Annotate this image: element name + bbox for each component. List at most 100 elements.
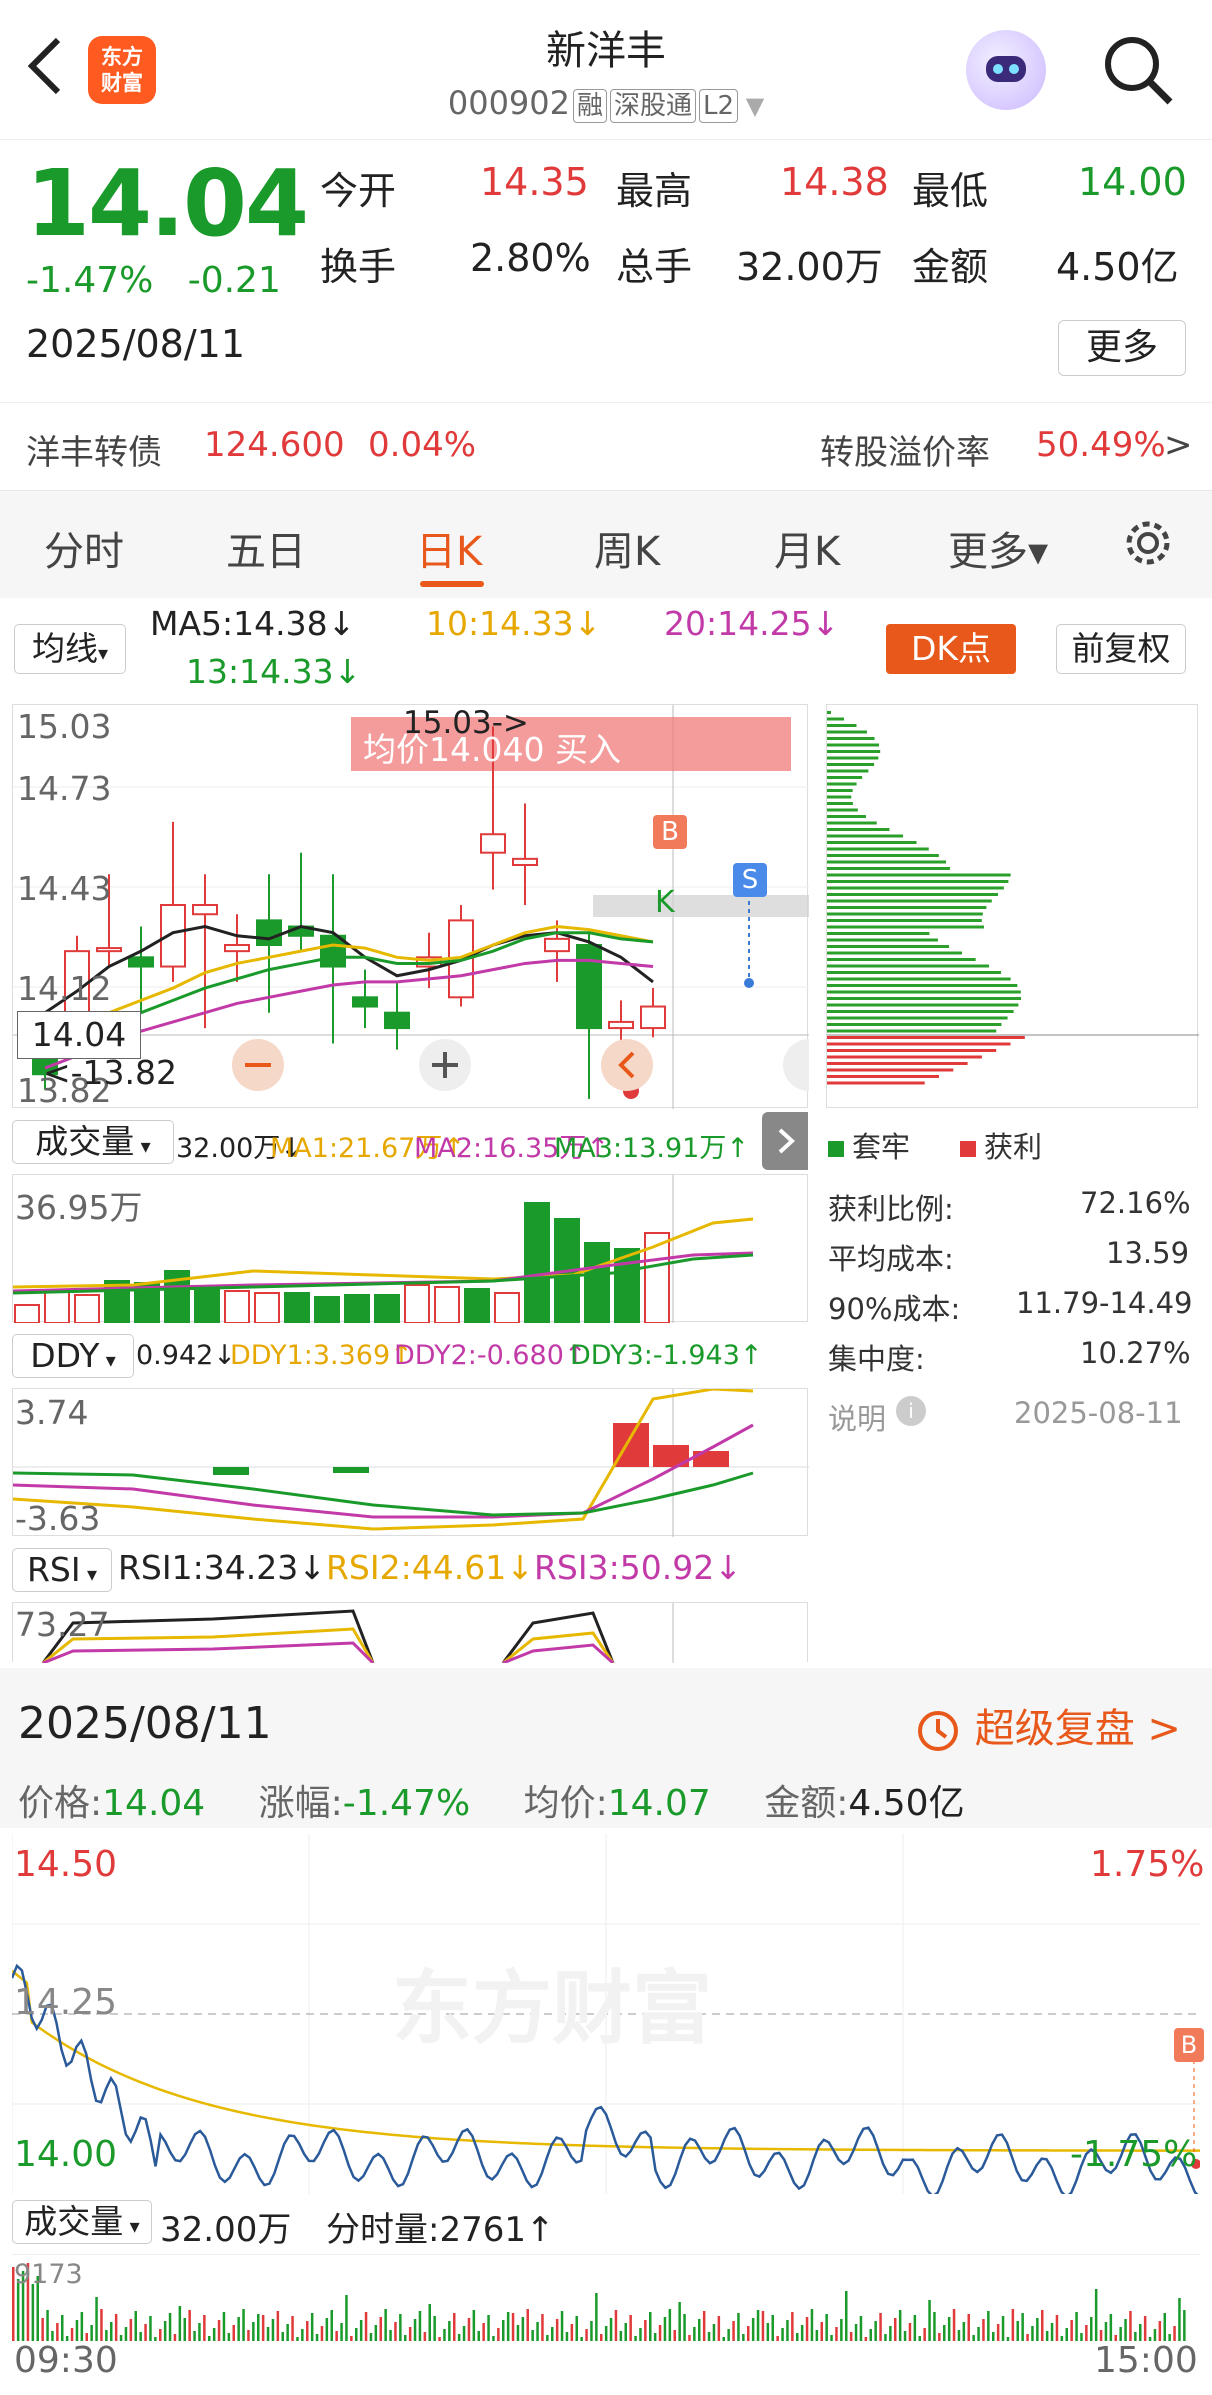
indicator-selector-ddy[interactable]: DDY ▾ <box>12 1334 134 1378</box>
turnover-value: 2.80% <box>470 236 591 280</box>
kline-y-label: 14.43 <box>17 869 112 908</box>
intraday-volume-bar <box>938 2333 941 2341</box>
kline-y-label: 14.73 <box>17 769 112 808</box>
intraday-volume-bar <box>203 2315 206 2341</box>
candle-body <box>544 937 570 953</box>
intraday-volume-bar <box>369 2333 373 2341</box>
volume-max-label: 36.95万 <box>15 1188 143 1227</box>
tab-weekly-k[interactable]: 周K <box>594 519 660 577</box>
intraday-stats: 价格:14.04 涨幅:-1.47% 均价:14.07 金额:4.50亿 <box>18 1783 965 1824</box>
intraday-volume-bar <box>129 2319 133 2341</box>
super-replay-button[interactable]: 超级复盘 > <box>914 1696 1181 1755</box>
intraday-chart[interactable]: 14.50 14.25 14.00 1.75% -1.75% 东方财富 B <box>10 1834 1204 2199</box>
ddy-top-label: 3.74 <box>15 1393 89 1432</box>
tab-monthly-k[interactable]: 月K <box>774 519 840 577</box>
intraday-volume-bar <box>286 2324 289 2341</box>
intraday-volume-bar <box>903 2331 907 2341</box>
connect-tag: 深股通 <box>610 89 697 123</box>
intraday-volume-bar <box>943 2325 946 2341</box>
intraday-volume-bar <box>918 2336 921 2341</box>
intraday-volume-bar <box>1085 2325 1088 2341</box>
intraday-date: 2025/08/11 <box>18 1698 272 1749</box>
chip-date: 2025-08-11 <box>1014 1396 1183 1430</box>
intraday-volume-bar <box>394 2322 397 2341</box>
intraday-volume-bar <box>144 2324 147 2341</box>
expand-panel-button[interactable] <box>762 1112 808 1170</box>
intraday-volume-bar <box>668 2309 672 2341</box>
intraday-volume-bar <box>1070 2320 1073 2341</box>
volume-bar <box>194 1288 220 1324</box>
dk-point-button[interactable]: DK点 <box>886 624 1016 674</box>
turnover-label: 换手 <box>320 245 397 289</box>
intraday-volume-bar <box>712 2324 716 2341</box>
assistant-robot-icon[interactable] <box>966 30 1046 110</box>
more-quote-button[interactable]: 更多 <box>1058 320 1186 376</box>
intraday-volume-bar <box>947 2317 951 2341</box>
indicator-selector-volume[interactable]: 成交量 ▾ <box>12 1120 174 1164</box>
intraday-buy-marker[interactable]: B <box>1174 2028 1204 2062</box>
intraday-volume-bar <box>433 2316 436 2341</box>
tab-intraday[interactable]: 分时 <box>44 519 124 577</box>
ddy3-value: DDY3:-1.943↑ <box>570 1340 763 1371</box>
chip-bar <box>827 925 984 929</box>
intraday-volume-bar <box>134 2311 137 2341</box>
intraday-volume-bar <box>688 2335 691 2341</box>
intraday-volume-bar <box>252 2322 255 2341</box>
chip-bar <box>827 958 976 961</box>
chip-distribution-chart[interactable] <box>826 704 1199 1108</box>
chip-bar <box>827 750 881 753</box>
buy-signal-marker[interactable]: B <box>653 815 687 849</box>
tab-five-day[interactable]: 五日 <box>226 519 306 577</box>
stock-code: 000902 <box>447 84 570 122</box>
volume-bar <box>74 1294 100 1324</box>
intraday-volume-bar <box>355 2328 358 2341</box>
intraday-volume-bar <box>1183 2310 1186 2341</box>
search-icon[interactable] <box>1100 32 1176 108</box>
intraday-volume-bar <box>683 2314 686 2341</box>
chip-bar <box>827 1062 968 1065</box>
chip-bar <box>827 802 853 805</box>
top-bar: 东方财富 新洋丰 000902 融深股通 L2 ▼ <box>0 0 1212 140</box>
chevron-right-icon: > <box>1164 425 1193 465</box>
intraday-volume-bar <box>95 2297 98 2341</box>
premium-label: 转股溢价率 <box>820 433 990 473</box>
indicator-selector-intraday-volume[interactable]: 成交量 ▾ <box>12 2200 152 2244</box>
tab-more[interactable]: 更多▾ <box>948 519 1048 577</box>
chip-bar <box>827 828 890 831</box>
intraday-volume-bar <box>159 2329 162 2341</box>
intraday-volume-bar <box>173 2334 177 2341</box>
candle-body <box>576 944 602 1030</box>
chip-bar <box>827 1055 982 1059</box>
intraday-volume-bar <box>840 2319 843 2341</box>
chip-bar <box>827 730 867 734</box>
chip-bar <box>827 984 1018 987</box>
candle-body <box>128 956 154 968</box>
intraday-volume-bar <box>198 2323 201 2341</box>
tab-daily-k[interactable]: 日K <box>416 519 482 577</box>
indicator-selector-ma[interactable]: 均线▾ <box>14 624 126 674</box>
candle-body <box>256 919 282 946</box>
intraday-volume-bar <box>222 2312 226 2341</box>
intraday-volume-bar <box>810 2309 814 2341</box>
intraday-volume-bar <box>301 2329 304 2341</box>
intraday-volume-bar <box>462 2326 466 2341</box>
kline-chart[interactable]: 15.03 14.73 14.43 14.12 13.82 15.03-> 均价… <box>12 704 835 1110</box>
price-adjust-button[interactable]: 前复权 <box>1056 624 1186 674</box>
sell-signal-marker[interactable]: S <box>733 863 767 897</box>
intraday-volume-bar <box>977 2327 980 2341</box>
chip-bar <box>827 1029 997 1033</box>
avg-price-banner-text[interactable]: 均价14.040 买入 <box>363 723 621 771</box>
intraday-volume-bar <box>31 2284 35 2341</box>
intraday-volume-bar <box>281 2332 284 2341</box>
chip-bar <box>827 756 879 760</box>
intraday-volume-bar <box>551 2327 554 2341</box>
chip-bar <box>827 912 983 916</box>
intraday-volume-bar <box>693 2327 696 2341</box>
intraday-volume-bar <box>849 2332 853 2341</box>
gear-icon[interactable] <box>1118 513 1178 573</box>
intraday-volume-bar <box>1094 2289 1098 2341</box>
chip-bar <box>827 1042 1011 1046</box>
intraday-y-top: 14.50 <box>14 1844 118 1885</box>
indicator-selector-rsi[interactable]: RSI ▾ <box>12 1548 112 1592</box>
convertible-bond-row[interactable]: 洋丰转债 124.600 0.04% 转股溢价率 50.49% > <box>0 402 1212 487</box>
